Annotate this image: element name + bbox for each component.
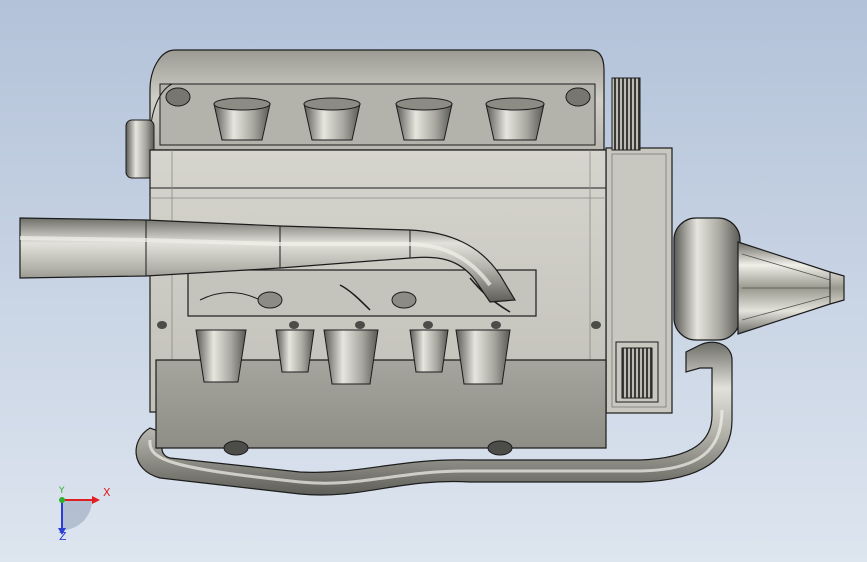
graphics-viewport[interactable]: X Y Z [0, 0, 867, 562]
triad-z-label: Z [59, 530, 67, 543]
drive-hub [673, 217, 741, 341]
engine-model[interactable] [0, 0, 867, 562]
y-axis-dot [59, 497, 65, 503]
triad-y-label: Y [59, 486, 65, 496]
triad-x-label: X [103, 486, 111, 499]
starter-gear [621, 347, 653, 399]
flywheel-gear [611, 77, 641, 151]
